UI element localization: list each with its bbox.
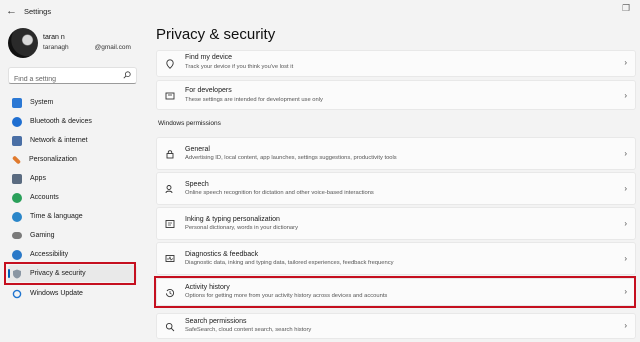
card-inking-typing[interactable]: Inking & typing personalization Personal… [156, 207, 636, 240]
windows-update-icon [12, 289, 22, 298]
location-icon [166, 59, 174, 69]
card-title: Find my device [185, 54, 233, 61]
apps-icon [12, 173, 22, 184]
sidebar-item-label: Bluetooth & devices [30, 118, 92, 125]
card-title: Search permissions [185, 318, 247, 325]
card-title: For developers [185, 87, 232, 94]
avatar[interactable] [8, 28, 38, 58]
card-subtitle: Online speech recognition for dictation … [185, 190, 374, 196]
card-title: General [185, 146, 210, 153]
sidebar-item-system[interactable]: System [8, 94, 137, 111]
page-title: Privacy & security [156, 26, 276, 43]
section-label: Windows permissions [158, 120, 221, 127]
gaming-icon [12, 232, 22, 239]
card-diagnostics-feedback[interactable]: Diagnostics & feedback Diagnostic data, … [156, 242, 636, 275]
user-email: taranagh @gmail.com [43, 44, 131, 51]
card-speech[interactable]: Speech Online speech recognition for dic… [156, 172, 636, 205]
card-title: Speech [185, 181, 209, 188]
sidebar-item-apps[interactable]: Apps [8, 170, 137, 187]
sidebar-item-time-language[interactable]: Time & language [8, 208, 137, 225]
app-title: Settings [24, 7, 52, 16]
accounts-icon [12, 192, 22, 203]
search-box[interactable] [8, 67, 137, 87]
search-input[interactable] [9, 72, 121, 87]
sidebar-item-label: Accounts [30, 194, 59, 201]
sidebar-item-accessibility[interactable]: Accessibility [8, 246, 137, 263]
user-email-prefix: taranagh [43, 44, 69, 51]
sidebar-item-label: Personalization [29, 156, 77, 163]
sidebar-item-label: Apps [30, 175, 46, 182]
card-title: Diagnostics & feedback [185, 251, 259, 258]
lock-icon [166, 150, 174, 159]
highlight-box-sidebar [4, 262, 136, 285]
card-subtitle: Track your device if you think you've lo… [185, 64, 294, 70]
brush-icon [11, 154, 22, 165]
search-permissions-icon [165, 322, 175, 332]
card-search-permissions[interactable]: Search permissions SafeSearch, cloud con… [156, 313, 636, 339]
sidebar-item-label: Accessibility [30, 251, 69, 258]
sidebar-item-label: Windows Update [30, 290, 83, 297]
chevron-right-icon: › [624, 184, 627, 193]
sidebar-item-gaming[interactable]: Gaming [8, 227, 137, 244]
sidebar-item-personalization[interactable]: Personalization [8, 151, 137, 168]
card-subtitle: Personal dictionary, words in your dicti… [185, 225, 298, 231]
back-button[interactable]: ← [6, 5, 17, 17]
search-icon[interactable] [123, 71, 131, 79]
card-general[interactable]: General Advertising ID, local content, a… [156, 137, 636, 170]
chevron-right-icon: › [624, 91, 627, 100]
chevron-right-icon: › [624, 254, 627, 263]
sidebar-item-windows-update[interactable]: Windows Update [8, 285, 137, 302]
globe-icon [12, 211, 22, 222]
developer-icon [165, 92, 175, 100]
card-find-my-device[interactable]: Find my device Track your device if you … [156, 50, 636, 77]
sidebar-item-label: Time & language [30, 213, 83, 220]
sidebar-item-accounts[interactable]: Accounts [8, 189, 137, 206]
restore-icon[interactable]: ❐ [622, 3, 630, 14]
sidebar-item-bluetooth[interactable]: Bluetooth & devices [8, 113, 137, 130]
sidebar-item-network[interactable]: Network & internet [8, 132, 137, 149]
highlight-box-activity-history [154, 276, 636, 308]
card-subtitle: These settings are intended for developm… [185, 97, 323, 103]
network-icon [12, 135, 22, 146]
chevron-right-icon: › [624, 321, 627, 330]
bluetooth-icon [12, 116, 22, 127]
chevron-right-icon: › [624, 58, 627, 67]
user-name: taran n [43, 34, 65, 41]
sidebar-item-label: System [30, 99, 54, 106]
system-icon [12, 97, 22, 108]
card-subtitle: SafeSearch, cloud content search, search… [185, 327, 312, 333]
speech-icon [165, 185, 173, 194]
diagnostics-icon [165, 255, 175, 262]
card-subtitle: Diagnostic data, inking and typing data,… [185, 260, 394, 266]
accessibility-icon [12, 249, 22, 260]
title-bar: ← Settings ❐ [0, 0, 640, 22]
chevron-right-icon: › [624, 149, 627, 158]
card-subtitle: Advertising ID, local content, app launc… [185, 155, 397, 161]
card-for-developers[interactable]: For developers These settings are intend… [156, 80, 636, 110]
chevron-right-icon: › [624, 219, 627, 228]
sidebar-item-label: Network & internet [30, 137, 88, 144]
sidebar-item-label: Gaming [30, 232, 55, 239]
user-email-domain: @gmail.com [94, 44, 131, 51]
card-title: Inking & typing personalization [185, 216, 280, 223]
inking-icon [165, 220, 175, 228]
